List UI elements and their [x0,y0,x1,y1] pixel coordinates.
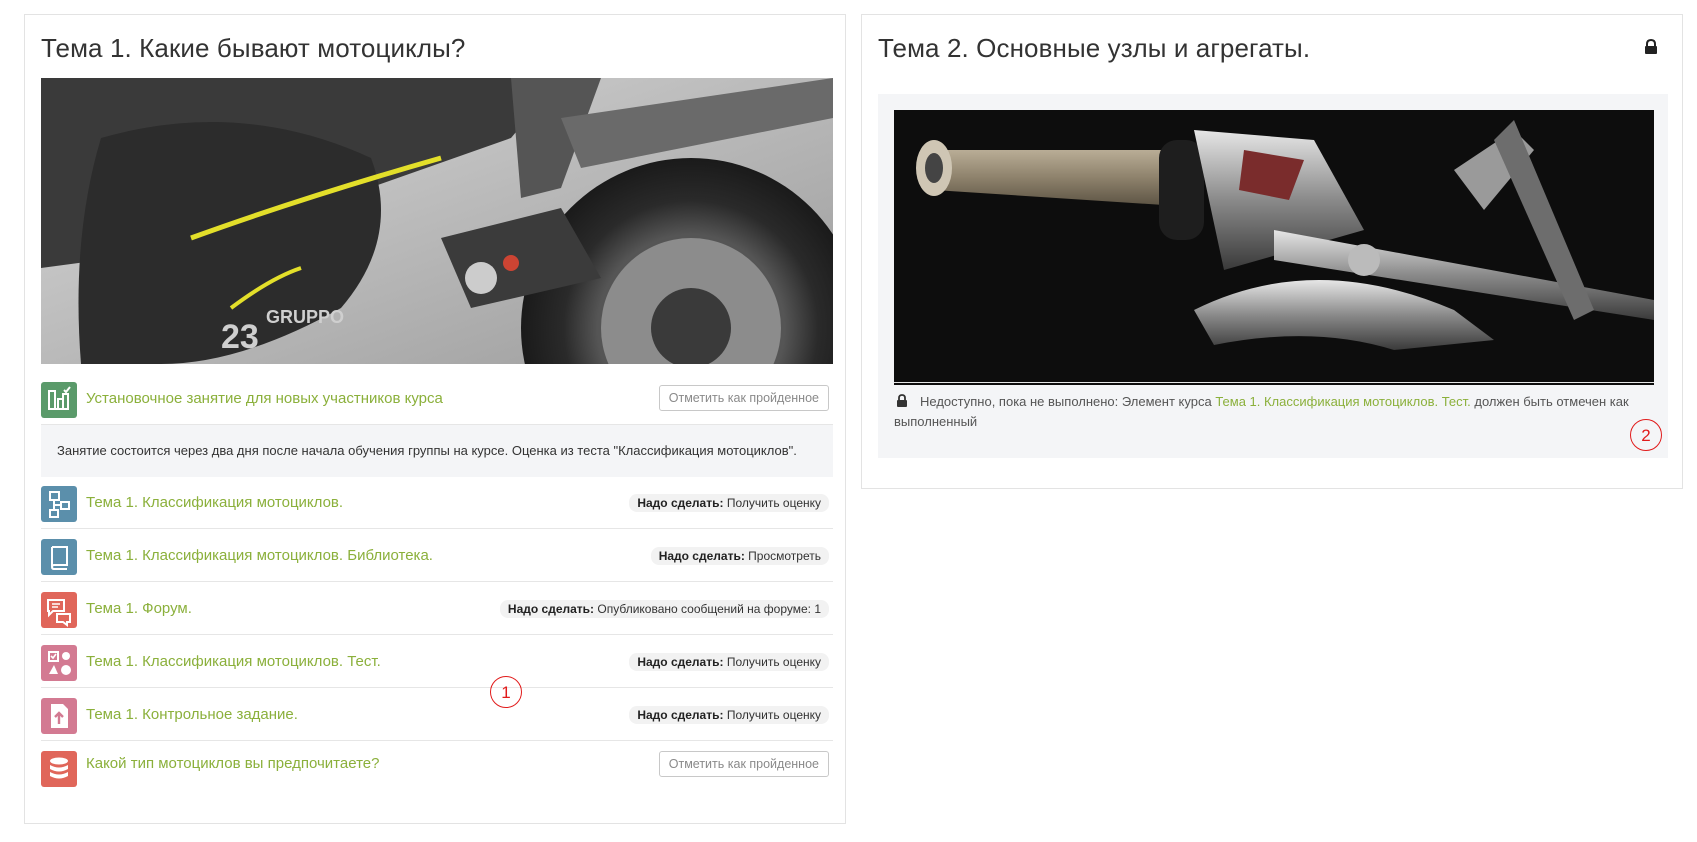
activity-forum: Тема 1. Форум. Надо сделать: Опубликован… [41,582,833,635]
forum-icon [41,592,77,628]
activity-database: Какой тип мотоциклов вы предпочитаете? О… [41,741,833,794]
activity-attendance: Установочное занятие для новых участнико… [41,372,833,425]
restriction-prefix: Недоступно, пока не выполнено: Элемент к… [920,394,1212,409]
todo-value: Получить оценку [726,655,821,669]
activity-link[interactable]: Какой тип мотоциклов вы предпочитаете? [86,755,379,772]
topic-1-title: Тема 1. Какие бывают мотоциклы? [41,33,466,63]
todo-label: Надо сделать: [507,602,595,616]
activity-link[interactable]: Установочное занятие для новых участнико… [86,390,443,407]
topic-2-title: Тема 2. Основные узлы и агрегаты. [878,33,1311,63]
lock-icon [1644,38,1658,55]
todo-value: Получить оценку [726,496,821,510]
activity-link[interactable]: Тема 1. Контрольное задание. [86,706,298,723]
mark-complete-button[interactable]: Отметить как пройденное [658,385,829,411]
todo-badge: Надо сделать: Опубликовано сообщений на … [499,600,829,618]
activity-link[interactable]: Тема 1. Классификация мотоциклов. Библио… [86,547,433,564]
todo-label: Надо сделать: [637,708,724,722]
todo-label: Надо сделать: [658,549,745,563]
todo-badge: Надо сделать: Получить оценку [629,653,829,671]
todo-badge: Надо сделать: Получить оценку [629,494,829,512]
activity-link[interactable]: Тема 1. Классификация мотоциклов. Тест. [86,653,381,670]
topic-2-section: Тема 2. Основные узлы и агрегаты. Недост… [861,14,1683,489]
svg-text:23: 23 [221,318,259,356]
activity-description: Занятие состоится через два дня после на… [41,425,833,477]
activity-assignment: Тема 1. Контрольное задание. Надо сделат… [41,688,833,741]
lock-icon [896,393,908,407]
topic-1-section: Тема 1. Какие бывают мотоциклы? 23 GRUPP… [24,14,846,824]
topic-1-banner-image: 23 GRUPPO [41,78,833,364]
activity-quiz: Тема 1. Классификация мотоциклов. Тест. … [41,635,833,688]
todo-label: Надо сделать: [637,655,724,669]
todo-label: Надо сделать: [637,496,724,510]
annotation-marker-1: 1 [490,676,522,708]
restriction-link[interactable]: Тема 1. Классификация мотоциклов. Тест. [1215,394,1470,409]
todo-badge: Надо сделать: Получить оценку [629,706,829,724]
svg-text:GRUPPO: GRUPPO [266,307,344,327]
lesson-icon [41,486,77,522]
todo-badge: Надо сделать: Просмотреть [650,547,829,565]
quiz-icon [41,645,77,681]
restriction-notice: Недоступно, пока не выполнено: Элемент к… [894,392,1654,432]
restricted-content-box: Недоступно, пока не выполнено: Элемент к… [878,94,1668,458]
activity-lesson: Тема 1. Классификация мотоциклов. Надо с… [41,476,833,529]
annotation-marker-2: 2 [1630,419,1662,451]
database-icon [41,751,77,787]
todo-value: Просмотреть [748,549,821,563]
divider [894,382,1654,383]
activity-link[interactable]: Тема 1. Форум. [86,600,192,617]
activity-link[interactable]: Тема 1. Классификация мотоциклов. [86,494,343,511]
activity-book: Тема 1. Классификация мотоциклов. Библио… [41,529,833,582]
attendance-icon [41,382,77,418]
topic-2-banner-image [894,110,1654,385]
todo-value: Опубликовано сообщений на форуме: 1 [597,602,821,616]
mark-complete-button[interactable]: Отметить как пройденное [658,751,829,777]
todo-value: Получить оценку [726,708,821,722]
book-icon [41,539,77,575]
assignment-icon [41,698,77,734]
